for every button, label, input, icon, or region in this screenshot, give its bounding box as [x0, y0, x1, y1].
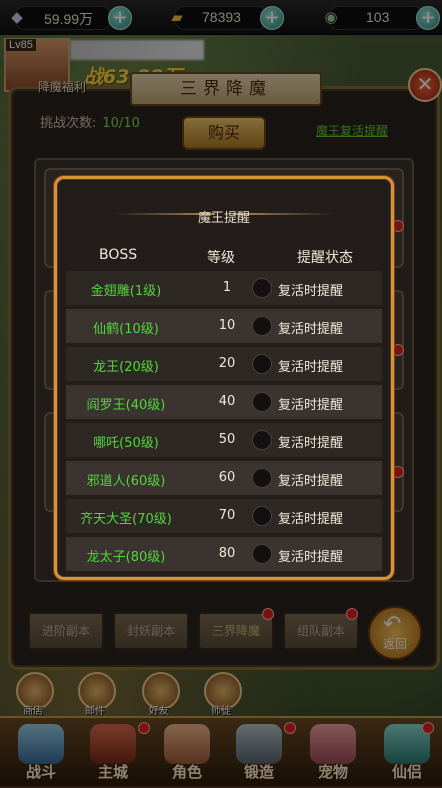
boss-name: 金翅雕(1级) — [90, 284, 162, 299]
boss-level: 50 — [218, 432, 236, 447]
header-level: 等级 — [207, 250, 235, 266]
boss-name: 齐天大圣(70级) — [80, 512, 172, 527]
boss-row: 金翅雕(1级) 1 复活时提醒 — [66, 271, 382, 305]
remind-status: 复活时提醒 — [278, 550, 344, 565]
remind-checkbox[interactable] — [252, 468, 272, 488]
remind-status: 复活时提醒 — [278, 512, 344, 527]
boss-name: 哪吒(50级) — [93, 436, 159, 451]
header-status: 提醒状态 — [297, 250, 353, 266]
remind-status: 复活时提醒 — [278, 322, 344, 337]
remind-status: 复活时提醒 — [278, 360, 344, 375]
popup-title: 魔王提醒 — [197, 211, 250, 226]
boss-remind-popup: 魔王提醒 BOSS 等级 提醒状态 金翅雕(1级) 1 复活时提醒 仙鹤(10级… — [54, 176, 394, 580]
remind-checkbox[interactable] — [252, 316, 272, 336]
boss-level: 20 — [218, 356, 236, 371]
boss-name: 阎罗王(40级) — [86, 398, 166, 413]
boss-row: 龙王(20级) 20 复活时提醒 — [66, 347, 382, 381]
boss-name: 邪道人(60级) — [86, 474, 166, 489]
boss-row: 阎罗王(40级) 40 复活时提醒 — [66, 385, 382, 419]
remind-checkbox[interactable] — [252, 506, 272, 526]
boss-row: 邪道人(60级) 60 复活时提醒 — [66, 461, 382, 495]
remind-checkbox[interactable] — [252, 392, 272, 412]
remind-status: 复活时提醒 — [278, 436, 344, 451]
boss-name: 仙鹤(10级) — [93, 322, 159, 337]
header-boss: BOSS — [99, 247, 138, 263]
remind-checkbox[interactable] — [252, 354, 272, 374]
boss-row: 哪吒(50级) 50 复活时提醒 — [66, 423, 382, 457]
boss-row: 龙太子(80级) 80 复活时提醒 — [66, 537, 382, 571]
boss-level: 70 — [218, 508, 236, 523]
boss-name: 龙太子(80级) — [86, 550, 166, 565]
remind-checkbox[interactable] — [252, 430, 272, 450]
remind-checkbox[interactable] — [252, 278, 272, 298]
remind-status: 复活时提醒 — [278, 284, 344, 299]
boss-level: 60 — [218, 470, 236, 485]
boss-level: 40 — [218, 394, 236, 409]
boss-level: 80 — [218, 546, 236, 561]
boss-level: 10 — [218, 318, 236, 333]
remind-checkbox[interactable] — [252, 544, 272, 564]
remind-status: 复活时提醒 — [278, 398, 344, 413]
boss-level: 1 — [222, 280, 232, 295]
boss-name: 龙王(20级) — [93, 360, 159, 375]
remind-status: 复活时提醒 — [278, 474, 344, 489]
boss-row: 仙鹤(10级) 10 复活时提醒 — [66, 309, 382, 343]
boss-row: 齐天大圣(70级) 70 复活时提醒 — [66, 499, 382, 533]
